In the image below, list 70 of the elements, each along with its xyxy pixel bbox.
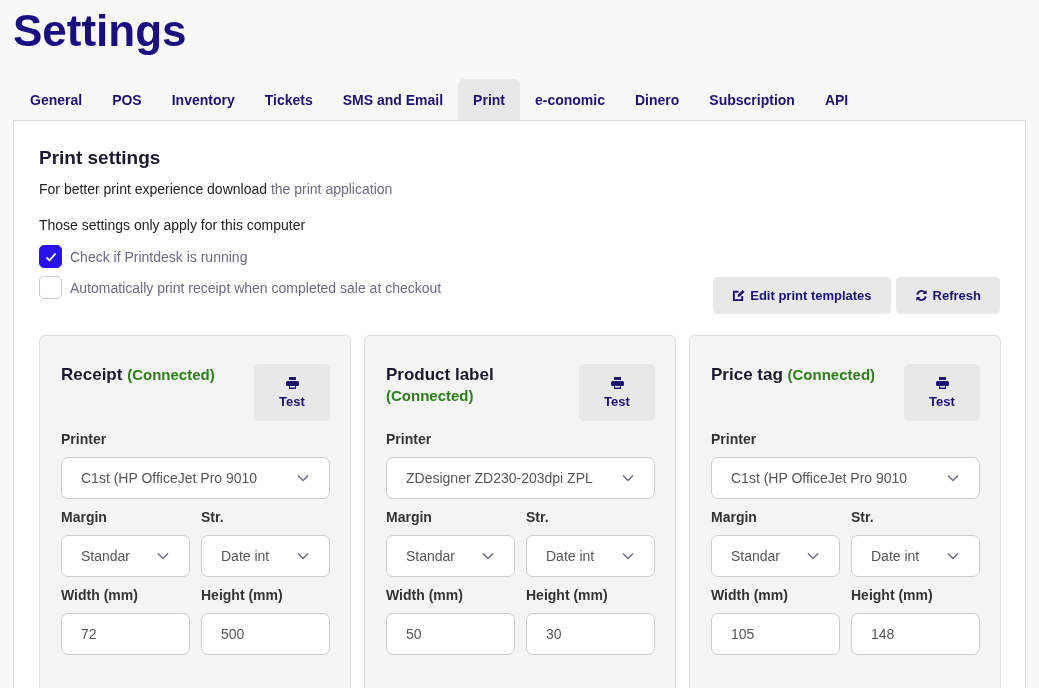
printer-select[interactable]: C1st (HP OfficeJet Pro 9010 (711, 457, 980, 499)
test-button[interactable]: Test (904, 364, 980, 421)
field-label: Height (mm) (201, 587, 284, 603)
checkbox-label: Check if Printdesk is running (70, 248, 248, 265)
chevron-down-icon (157, 552, 169, 560)
printer-icon (285, 376, 299, 389)
tab[interactable]: Subscription (694, 79, 810, 120)
margin-select[interactable]: Standar (711, 535, 840, 577)
refresh-icon (914, 289, 928, 302)
chevron-down-icon (622, 474, 634, 482)
printer-icon (935, 376, 949, 389)
chevron-down-icon (482, 552, 494, 560)
tab[interactable]: SMS and Email (327, 79, 459, 120)
field-label: Height (mm) (526, 587, 609, 603)
field-label: Margin (61, 509, 108, 525)
height-field[interactable]: 500 (201, 613, 330, 655)
field-label: Width (mm) (386, 587, 464, 603)
edit-icon (732, 289, 746, 302)
field-label: Str. (851, 509, 875, 525)
chevron-down-icon (947, 474, 959, 482)
checkbox-label: Automatically print receipt when completed sale at checkout (70, 279, 442, 296)
field-label: Width (mm) (711, 587, 789, 603)
margin-select[interactable]: Standar (386, 535, 515, 577)
margin-select[interactable]: Standar (61, 535, 190, 577)
card-title: Price tag (Connected) (711, 364, 877, 385)
test-button[interactable]: Test (579, 364, 655, 421)
tab[interactable]: POS (97, 79, 157, 120)
tab[interactable]: Print (458, 79, 520, 120)
field-label: Width (mm) (61, 587, 139, 603)
tab[interactable]: General (15, 79, 98, 120)
field-label: Printer (711, 431, 758, 447)
chevron-down-icon (807, 552, 819, 560)
test-button[interactable]: Test (254, 364, 330, 421)
str-select[interactable]: Date int (851, 535, 980, 577)
card-title: Product label (Connected) (386, 364, 495, 406)
width-field[interactable]: 72 (61, 613, 190, 655)
chevron-down-icon (622, 552, 634, 560)
tab[interactable]: Tickets (249, 79, 328, 120)
field-label: Printer (386, 431, 433, 447)
section-title: Print settings (39, 147, 162, 169)
card-title: Receipt (Connected) (61, 364, 216, 385)
printer-select[interactable]: C1st (HP OfficeJet Pro 9010 (61, 457, 330, 499)
chevron-down-icon (947, 552, 959, 560)
str-select[interactable]: Date int (526, 535, 655, 577)
tab[interactable]: Inventory (156, 79, 250, 120)
width-field[interactable]: 50 (386, 613, 515, 655)
chevron-down-icon (297, 474, 309, 482)
tab[interactable]: API (809, 79, 864, 120)
note-text: Those settings only apply for this computer (39, 217, 307, 233)
field-label: Margin (711, 509, 758, 525)
chevron-down-icon (297, 552, 309, 560)
height-field[interactable]: 30 (526, 613, 655, 655)
field-label: Height (mm) (851, 587, 934, 603)
page-title: Settings (13, 5, 188, 57)
str-select[interactable]: Date int (201, 535, 330, 577)
print-application-link[interactable]: the print application (270, 181, 393, 197)
height-field[interactable]: 148 (851, 613, 980, 655)
tab[interactable]: e-conomic (520, 79, 620, 120)
field-label: Margin (386, 509, 433, 525)
width-field[interactable]: 105 (711, 613, 840, 655)
tab[interactable]: Dinero (620, 79, 695, 120)
printer-select[interactable]: ZDesigner ZD230-203dpi ZPL (386, 457, 655, 499)
field-label: Str. (526, 509, 550, 525)
checkbox[interactable] (39, 245, 62, 268)
field-label: Printer (61, 431, 108, 447)
refresh-button[interactable]: Refresh (895, 277, 1000, 314)
field-label: Str. (201, 509, 225, 525)
printer-icon (610, 376, 624, 389)
edit-templates-button[interactable]: Edit print templates (713, 277, 891, 314)
intro-text: For better print experience download the print application (39, 181, 394, 197)
